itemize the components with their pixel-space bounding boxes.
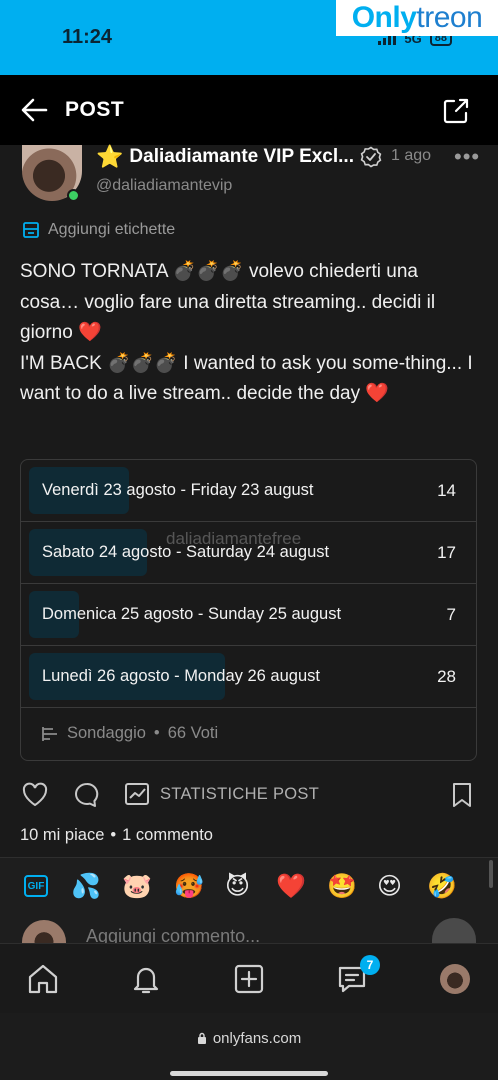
poll: Venerdì 23 agosto - Friday 23 august 14 … (20, 459, 477, 761)
add-tags-button[interactable]: Aggiungi etichette (22, 221, 175, 239)
poll-footer: Sondaggio • 66 Voti (41, 724, 218, 743)
lock-icon (197, 1032, 206, 1044)
poll-option-label: Venerdì 23 agosto - Friday 23 august (42, 481, 314, 499)
post-text: SONO TORNATA 💣💣💣 volevo chiederti una co… (20, 257, 480, 410)
watermark-logo: Only treon (336, 0, 498, 36)
poll-option-votes: 28 (437, 667, 456, 686)
poll-option[interactable]: Sabato 24 agosto - Saturday 24 august 17 (21, 522, 476, 584)
comment-icon[interactable] (73, 781, 101, 809)
bookmark-icon[interactable] (448, 781, 476, 809)
statistics-label: STATISTICHE POST (160, 784, 320, 803)
url-display[interactable]: onlyfans.com (0, 1030, 498, 1047)
bottom-nav: 7 (0, 943, 498, 1013)
star-icon: ⭐ (96, 144, 124, 169)
notifications-bell-icon[interactable] (129, 962, 163, 996)
emoji-star-struck[interactable]: 🤩 (327, 873, 357, 901)
poll-option-votes: 7 (446, 605, 456, 624)
status-time: 11:24 (62, 26, 113, 48)
author-handle[interactable]: @daliadiamantevip (96, 177, 232, 195)
watermark-part2: treon (416, 1, 483, 34)
author-name[interactable]: Daliadiamante VIP Excl... (129, 146, 354, 168)
more-options-icon[interactable]: ••• (454, 146, 480, 168)
page-title: POST (65, 98, 125, 121)
add-tags-label: Aggiungi etichette (48, 221, 176, 238)
emoji-smiling-devil[interactable]: 😈 (225, 873, 250, 901)
poll-separator: • (153, 724, 160, 742)
poll-option-label: Sabato 24 agosto - Saturday 24 august (42, 543, 330, 561)
messages-badge: 7 (360, 955, 380, 975)
post-text-italian: SONO TORNATA 💣💣💣 volevo chiederti una co… (20, 261, 436, 343)
poll-icon (42, 726, 57, 741)
author-name-row[interactable]: ⭐ Daliadiamante VIP Excl... (96, 146, 382, 168)
gif-button[interactable]: GIF (24, 875, 48, 897)
poll-option[interactable]: Venerdì 23 agosto - Friday 23 august 14 (21, 460, 476, 522)
poll-option-votes: 17 (437, 543, 456, 562)
post-time: 1 ago (391, 147, 432, 164)
emoji-pig-face[interactable]: 🐷 (122, 873, 152, 901)
counts-separator: • (110, 826, 117, 844)
home-indicator[interactable] (170, 1071, 328, 1076)
url-text: onlyfans.com (212, 1030, 302, 1047)
poll-option[interactable]: Lunedì 26 agosto - Monday 26 august 28 (21, 646, 476, 708)
post-actions: STATISTICHE POST (0, 779, 498, 813)
online-indicator (67, 189, 80, 202)
emoji-bar: GIF 💦 🐷 🥵 😈 ❤️ 🤩 😍 🤣 Aggiungi commento..… (0, 857, 498, 946)
home-icon[interactable] (26, 962, 60, 996)
poll-option-label: Lunedì 26 agosto - Monday 26 august (42, 667, 320, 685)
emoji-sweat-droplets[interactable]: 💦 (71, 873, 101, 901)
browser-url-bar: onlyfans.com (0, 1013, 498, 1080)
likes-count[interactable]: 10 mi piace (20, 826, 104, 844)
post-counts: 10 mi piace • 1 commento (20, 826, 213, 845)
poll-total-votes: 66 Voti (167, 724, 219, 742)
emoji-heart-eyes[interactable]: 😍 (377, 873, 402, 901)
profile-avatar[interactable] (440, 964, 470, 994)
status-bar: 11:24 5G 88 Only treon (0, 0, 498, 75)
emoji-rofl[interactable]: 🤣 (427, 873, 457, 901)
back-arrow-icon[interactable] (20, 97, 48, 123)
poll-option-votes: 14 (437, 481, 456, 500)
poll-type-label: Sondaggio (67, 724, 146, 742)
send-icon[interactable] (432, 918, 476, 944)
statistics-icon (125, 783, 149, 805)
comments-count[interactable]: 1 commento (122, 826, 213, 844)
comment-avatar (22, 920, 66, 944)
verified-icon (360, 146, 382, 168)
post-card: ⭐ Daliadiamante VIP Excl... 1 ago ••• @d… (0, 145, 498, 857)
share-icon[interactable] (442, 97, 470, 125)
like-heart-icon[interactable] (21, 781, 49, 809)
emoji-hot-face[interactable]: 🥵 (174, 873, 204, 901)
poll-option[interactable]: Domenica 25 agosto - Sunday 25 august 7 (21, 584, 476, 646)
post-header: POST (0, 75, 498, 145)
add-post-icon[interactable] (232, 962, 266, 996)
tag-icon (23, 222, 39, 238)
watermark-part1: Only (351, 1, 417, 34)
post-text-english: I'M BACK 💣💣💣 I wanted to ask you some-th… (20, 352, 473, 405)
post-statistics-button[interactable]: STATISTICHE POST (124, 781, 319, 807)
emoji-red-heart[interactable]: ❤️ (276, 873, 306, 901)
poll-option-label: Domenica 25 agosto - Sunday 25 august (42, 605, 342, 623)
scrollbar[interactable] (489, 860, 493, 888)
